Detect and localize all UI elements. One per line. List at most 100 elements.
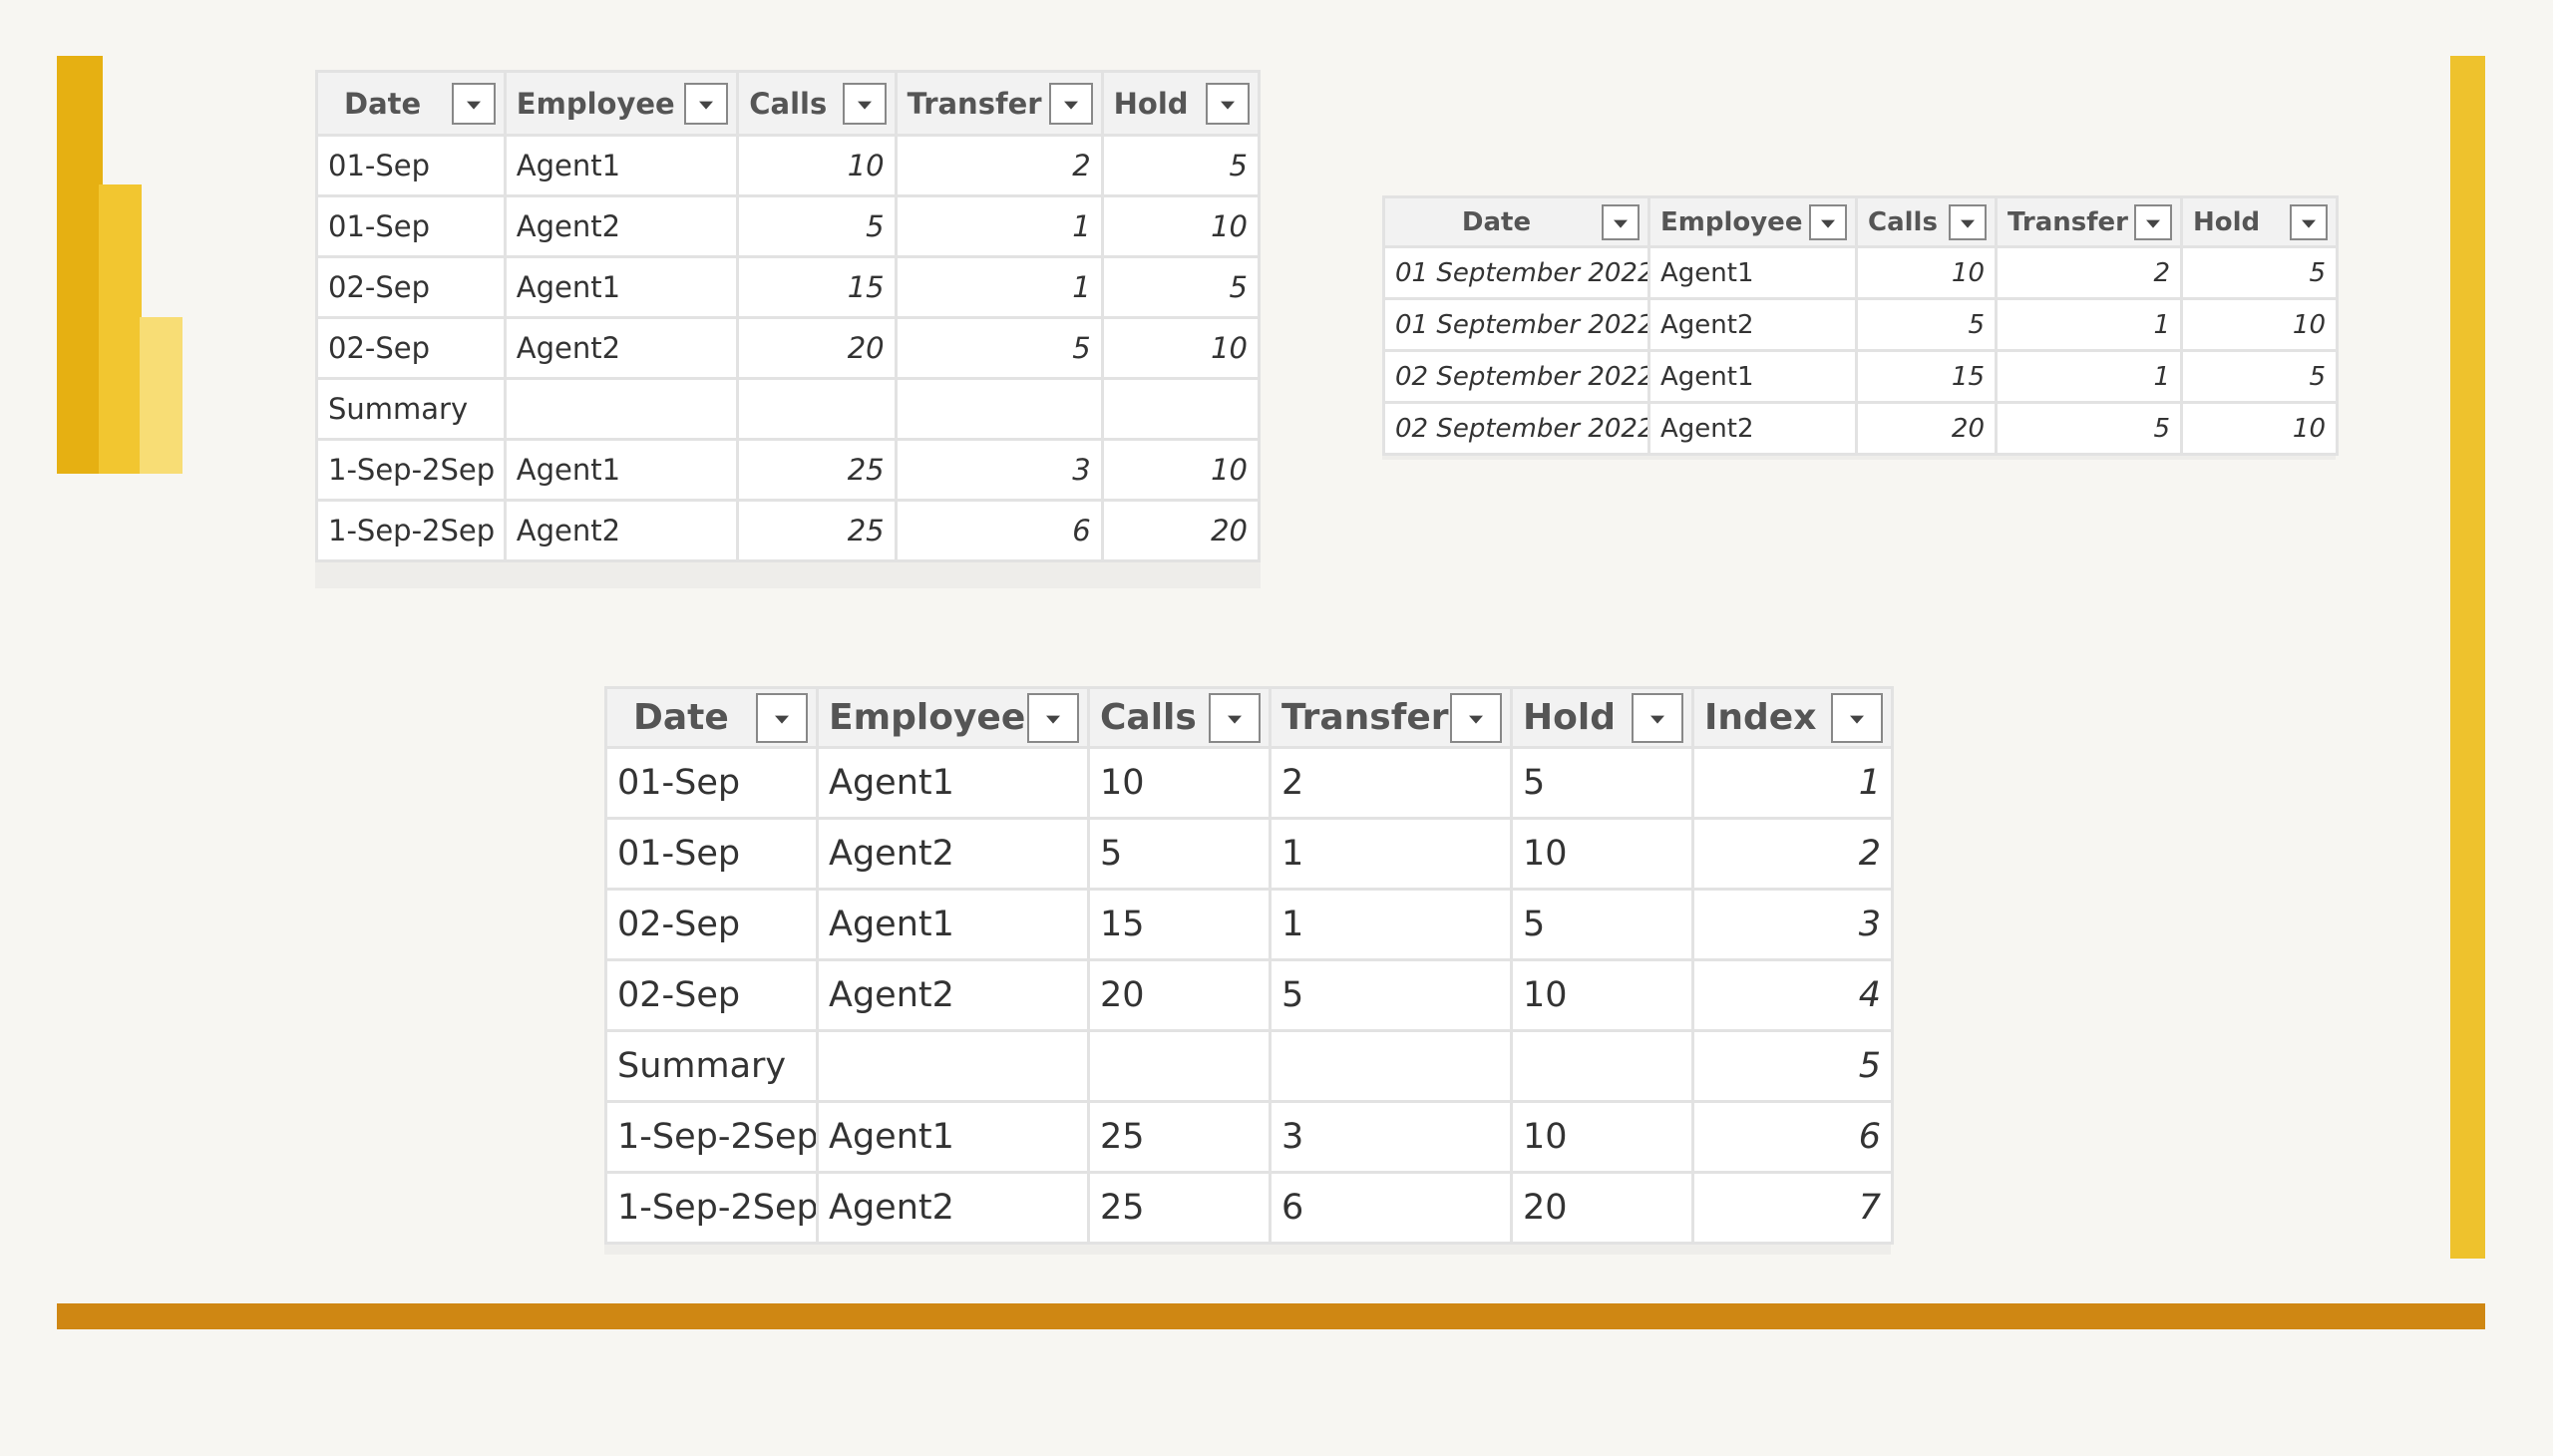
table-row[interactable]: 01-Sep Agent1 10 2 5 <box>315 134 1262 197</box>
chevron-down-icon[interactable] <box>1632 692 1683 743</box>
column-header-calls[interactable]: Calls <box>1855 195 1998 248</box>
table-row[interactable]: 02 September 2022 Agent2 20 5 10 <box>1382 401 2339 456</box>
cell-date: 1-Sep-2Sep <box>604 1100 819 1174</box>
header-row: Date Employee Calls Transfer Hold <box>1382 195 2339 248</box>
column-header-label: Calls <box>749 86 828 121</box>
cell-calls: 10 <box>1087 746 1272 820</box>
data-grid: Date Employee Calls Transfer Hold 01 Sep… <box>1382 195 2339 456</box>
cell-hold: 10 <box>1510 817 1694 891</box>
chevron-down-icon[interactable] <box>1206 82 1250 125</box>
cell-date: 01-Sep <box>604 746 819 820</box>
table-row[interactable]: 01-Sep Agent2 5 1 10 <box>315 194 1262 258</box>
column-header-employee[interactable]: Employee <box>816 686 1090 749</box>
chevron-down-icon[interactable] <box>1209 692 1261 743</box>
header-row: Date Employee Calls Transfer Hold <box>315 70 1262 137</box>
column-header-date[interactable]: Date <box>1382 195 1650 248</box>
chevron-down-icon[interactable] <box>1027 692 1079 743</box>
cell-hold: 5 <box>1100 134 1262 197</box>
cell-calls: 15 <box>1087 888 1272 961</box>
chevron-down-icon[interactable] <box>451 82 496 125</box>
chevron-down-icon[interactable] <box>1450 692 1502 743</box>
chevron-down-icon[interactable] <box>756 692 808 743</box>
table-original-summary: Date Employee Calls Transfer Hold 01-Sep… <box>315 70 1262 588</box>
cell-employee: Agent2 <box>1647 401 1858 456</box>
table-row[interactable]: 1-Sep-2Sep Agent1 25 3 10 6 <box>604 1100 1894 1174</box>
column-header-transfer[interactable]: Transfer <box>1995 195 2183 248</box>
cell-calls: 25 <box>1087 1171 1272 1245</box>
cell-employee: Agent2 <box>503 499 740 562</box>
chevron-down-icon[interactable] <box>2290 203 2328 240</box>
cell-date: 02-Sep <box>604 888 819 961</box>
table-row[interactable]: 01 September 2022 Agent2 5 1 10 <box>1382 297 2339 352</box>
table-row[interactable]: 1-Sep-2Sep Agent1 25 3 10 <box>315 438 1262 502</box>
cell-calls: 15 <box>736 255 898 319</box>
chevron-down-icon[interactable] <box>1809 203 1847 240</box>
column-header-transfer[interactable]: Transfer <box>1269 686 1513 749</box>
cell-date: 01 September 2022 <box>1382 245 1650 300</box>
column-header-label: Index <box>1704 697 1817 738</box>
cell-calls: 25 <box>736 499 898 562</box>
cell-transfer: 5 <box>894 316 1104 380</box>
column-header-label: Date <box>633 697 729 738</box>
cell-transfer: 3 <box>894 438 1104 502</box>
table-row[interactable]: Summary <box>315 377 1262 441</box>
cell-date: 02-Sep <box>315 255 507 319</box>
table-row[interactable]: 01-Sep Agent1 10 2 5 1 <box>604 746 1894 820</box>
column-header-employee[interactable]: Employee <box>503 70 740 137</box>
cell-calls: 5 <box>736 194 898 258</box>
chevron-down-icon[interactable] <box>1949 203 1987 240</box>
cell-date: 02-Sep <box>315 316 507 380</box>
column-header-transfer[interactable]: Transfer <box>894 70 1104 137</box>
logo-bar-short <box>140 317 182 474</box>
table-row[interactable]: 02 September 2022 Agent1 15 1 5 <box>1382 349 2339 404</box>
table-row[interactable]: 01-Sep Agent2 5 1 10 2 <box>604 817 1894 891</box>
column-header-employee[interactable]: Employee <box>1647 195 1858 248</box>
cell-calls: 25 <box>1087 1100 1272 1174</box>
cell-employee <box>503 377 740 441</box>
cell-transfer: 2 <box>1995 245 2183 300</box>
column-header-calls[interactable]: Calls <box>736 70 898 137</box>
cell-date: 01 September 2022 <box>1382 297 1650 352</box>
column-header-hold[interactable]: Hold <box>2180 195 2339 248</box>
cell-employee: Agent2 <box>816 958 1090 1032</box>
cell-index: 3 <box>1691 888 1894 961</box>
logo-bar-mid <box>99 184 142 474</box>
column-header-calls[interactable]: Calls <box>1087 686 1272 749</box>
table-row[interactable]: 02-Sep Agent1 15 1 5 <box>315 255 1262 319</box>
cell-hold <box>1100 377 1262 441</box>
cell-employee: Agent2 <box>503 316 740 380</box>
table-row[interactable]: 1-Sep-2Sep Agent2 25 6 20 7 <box>604 1171 1894 1245</box>
chevron-down-icon[interactable] <box>684 82 729 125</box>
cell-employee: Agent1 <box>816 888 1090 961</box>
table-row[interactable]: 01 September 2022 Agent1 10 2 5 <box>1382 245 2339 300</box>
chevron-down-icon[interactable] <box>2134 203 2172 240</box>
chevron-down-icon[interactable] <box>842 82 887 125</box>
table-row[interactable]: 1-Sep-2Sep Agent2 25 6 20 <box>315 499 1262 562</box>
cell-index: 4 <box>1691 958 1894 1032</box>
column-header-label: Calls <box>1100 697 1197 738</box>
column-header-date[interactable]: Date <box>604 686 819 749</box>
column-header-label: Date <box>344 86 422 121</box>
table-row[interactable]: 02-Sep Agent2 20 5 10 <box>315 316 1262 380</box>
chevron-down-icon[interactable] <box>1831 692 1883 743</box>
cell-hold: 5 <box>1510 746 1694 820</box>
chevron-down-icon[interactable] <box>1602 203 1640 240</box>
chevron-down-icon[interactable] <box>1048 82 1093 125</box>
cell-calls: 15 <box>1855 349 1998 404</box>
column-header-index[interactable]: Index <box>1691 686 1894 749</box>
cell-transfer: 1 <box>1269 817 1513 891</box>
table-row[interactable]: 02-Sep Agent1 15 1 5 3 <box>604 888 1894 961</box>
column-header-label: Hold <box>1113 86 1189 121</box>
cell-employee: Agent1 <box>816 1100 1090 1174</box>
column-header-hold[interactable]: Hold <box>1100 70 1262 137</box>
cell-transfer: 6 <box>1269 1171 1513 1245</box>
column-header-hold[interactable]: Hold <box>1510 686 1694 749</box>
cell-index: 6 <box>1691 1100 1894 1174</box>
column-header-label: Transfer <box>2007 206 2128 237</box>
column-header-date[interactable]: Date <box>315 70 507 137</box>
cell-hold: 5 <box>1100 255 1262 319</box>
table-row[interactable]: Summary 5 <box>604 1029 1894 1103</box>
cell-calls <box>736 377 898 441</box>
cell-date: 01-Sep <box>315 134 507 197</box>
table-row[interactable]: 02-Sep Agent2 20 5 10 4 <box>604 958 1894 1032</box>
